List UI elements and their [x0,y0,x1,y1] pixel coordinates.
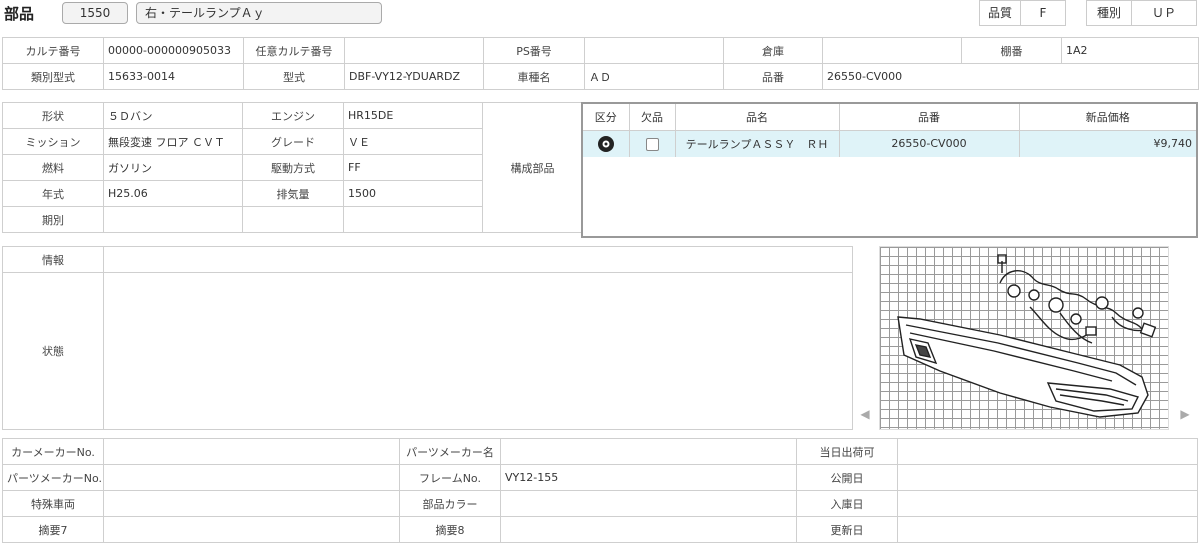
col-category: 区分 [583,104,630,131]
period-value [103,206,243,233]
part-image [879,246,1169,430]
drive-value: FF [343,154,483,181]
year-value: H25.06 [103,180,243,207]
type-value: ＵＰ [1131,0,1197,26]
ps-label: PS番号 [483,37,585,64]
special-vehicle-value [103,490,400,517]
warehouse-value [822,37,962,64]
ps-value [584,37,724,64]
drive-label: 駆動方式 [242,154,344,181]
same-day-ship-value [897,438,1198,465]
model-class-value: 15633-0014 [103,63,244,90]
tail-lamp-drawing [897,254,1157,418]
shape-label: 形状 [2,102,104,129]
empty-value [343,206,483,233]
optional-karte-label: 任意カルテ番号 [243,37,345,64]
engine-label: エンジン [242,102,344,129]
warehouse-label: 倉庫 [723,37,823,64]
grade-value: ＶＥ [343,128,483,155]
chevron-right-icon[interactable]: ▶ [1176,404,1194,424]
displacement-value: 1500 [343,180,483,207]
car-maker-no-label: カーメーカーNo. [2,438,104,465]
tire-icon [597,135,615,152]
publish-date-value [897,464,1198,491]
karte-value: 00000-000000905033 [103,37,244,64]
missing-checkbox[interactable] [645,137,659,151]
part-number-value: 26550-CV000 [822,63,1199,90]
bottom-info-table: カーメーカーNo. パーツメーカー名 当日出荷可 パーツメーカーNo. フレーム… [2,438,1198,543]
karte-info-table: カルテ番号 00000-000000905033 任意カルテ番号 PS番号 倉庫… [2,37,1199,90]
summary8-value [500,516,797,543]
col-part-name: 品名 [675,104,840,131]
part-name-field[interactable]: 右・テールランプＡｙ [136,2,382,24]
fuel-value: ガソリン [103,154,243,181]
arrival-date-label: 入庫日 [796,490,898,517]
type-label: 種別 [1086,0,1132,26]
summary7-label: 摘要7 [2,516,104,543]
frame-no-value: VY12-155 [500,464,797,491]
header-bar: 部品 1550 右・テールランプＡｙ 品質 F 種別 ＵＰ [0,0,1200,28]
col-new-price: 新品価格 [1019,104,1196,131]
empty-label [242,206,344,233]
karte-label: カルテ番号 [2,37,104,64]
shelf-value: 1A2 [1061,37,1199,64]
car-maker-no-value [103,438,400,465]
optional-karte-value [344,37,484,64]
table-row[interactable]: テールランプＡＳＳＹ ＲＨ 26550-CV000 ¥9,740 [583,130,1196,157]
summary7-value [103,516,400,543]
part-number-cell: 26550-CV000 [839,130,1020,157]
transmission-value: 無段変速 フロア ＣＶＴ [103,128,243,155]
grade-label: グレード [242,128,344,155]
page-title: 部品 [4,5,35,23]
update-date-value [897,516,1198,543]
parts-maker-no-label: パーツメーカーNo. [2,464,104,491]
part-color-label: 部品カラー [399,490,501,517]
part-name-cell: テールランプＡＳＳＹ ＲＨ [675,130,840,157]
shelf-label: 棚番 [961,37,1062,64]
model-label: 型式 [243,63,345,90]
frame-no-label: フレームNo. [399,464,501,491]
status-value[interactable] [103,272,853,430]
car-name-value: ＡＤ [584,63,724,90]
parts-maker-no-value [103,464,400,491]
category-cell [583,130,630,157]
part-color-value [500,490,797,517]
quality-value: F [1020,0,1066,26]
car-name-label: 車種名 [483,63,585,90]
missing-cell [629,130,676,157]
model-value: DBF-VY12-YDUARDZ [344,63,484,90]
model-class-label: 類別型式 [2,63,104,90]
displacement-label: 排気量 [242,180,344,207]
info-table: 情報 状態 [2,246,853,430]
parts-maker-name-value [500,438,797,465]
arrival-date-value [897,490,1198,517]
fuel-label: 燃料 [2,154,104,181]
spec-table: 形状 ５Ｄバン エンジン HR15DE 構成部品 ミッション 無段変速 フロア … [2,102,583,233]
summary8-label: 摘要8 [399,516,501,543]
parts-maker-name-label: パーツメーカー名 [399,438,501,465]
part-code-field[interactable]: 1550 [62,2,128,24]
col-part-number: 品番 [839,104,1020,131]
shape-value: ５Ｄバン [103,102,243,129]
transmission-label: ミッション [2,128,104,155]
price-cell: ¥9,740 [1019,130,1196,157]
engine-value: HR15DE [343,102,483,129]
quality-label: 品質 [979,0,1021,26]
special-vehicle-label: 特殊車両 [2,490,104,517]
components-table: 区分 欠品 品名 品番 新品価格 テールランプＡＳＳＹ ＲＨ 26550-CV0… [581,102,1198,238]
chevron-left-icon[interactable]: ◀ [856,404,874,424]
status-label: 状態 [2,272,104,430]
components-label: 構成部品 [482,102,583,233]
same-day-ship-label: 当日出荷可 [796,438,898,465]
part-number-label: 品番 [723,63,823,90]
components-header-row: 区分 欠品 品名 品番 新品価格 [583,104,1196,131]
update-date-label: 更新日 [796,516,898,543]
publish-date-label: 公開日 [796,464,898,491]
info-label: 情報 [2,246,104,273]
year-label: 年式 [2,180,104,207]
period-label: 期別 [2,206,104,233]
col-missing: 欠品 [629,104,676,131]
info-value[interactable] [103,246,853,273]
